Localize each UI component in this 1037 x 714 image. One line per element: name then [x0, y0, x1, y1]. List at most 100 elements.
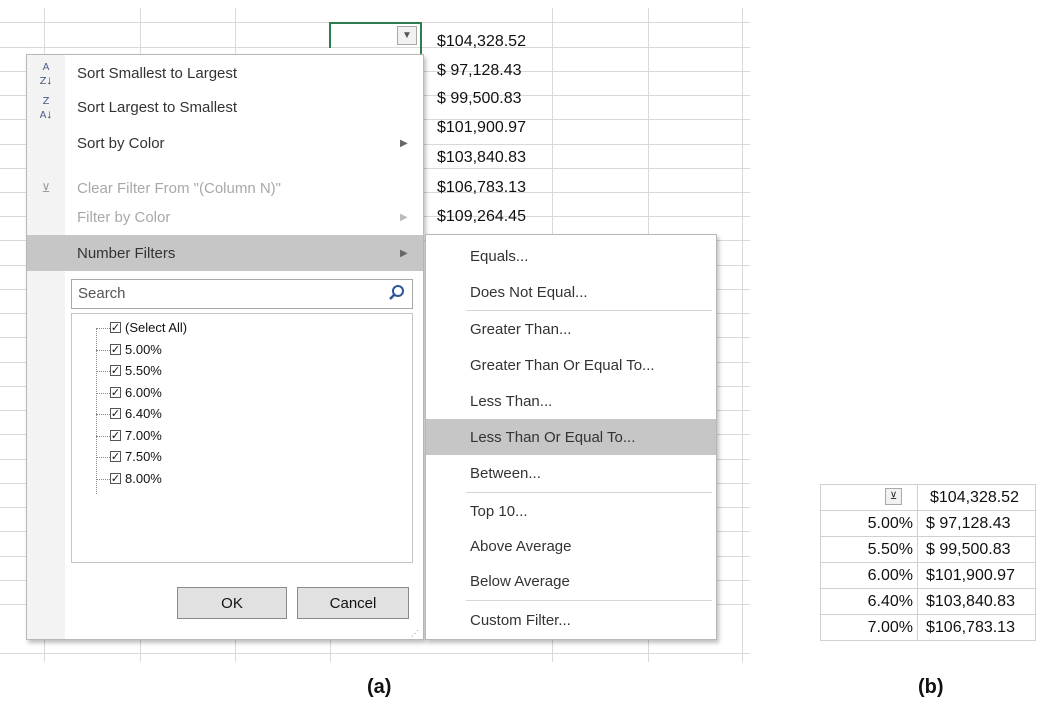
- checkmark-icon: ✓: [110, 363, 121, 377]
- submenu-item-label: Does Not Equal...: [470, 283, 588, 301]
- list-item-label: 7.00%: [125, 428, 162, 443]
- caption-a: (a): [367, 676, 392, 698]
- checkmark-icon: ✓: [110, 385, 121, 399]
- submenu-item-label: Below Average: [470, 572, 570, 590]
- list-item-checkbox[interactable]: ✓ 7.00%: [110, 428, 162, 443]
- tree-connector: [96, 436, 110, 437]
- tree-connector: [96, 371, 110, 372]
- caption-b: (b): [918, 676, 944, 698]
- search-icon[interactable]: [388, 284, 406, 307]
- value-cell: $ 99,500.83: [437, 90, 522, 107]
- search-placeholder: Search: [78, 285, 126, 302]
- value-cell: $ 99,500.83: [917, 536, 1036, 563]
- filter-dropdown-button[interactable]: ▼: [397, 26, 417, 45]
- list-item-label: 7.50%: [125, 449, 162, 464]
- list-item-checkbox[interactable]: ✓ 6.40%: [110, 406, 162, 421]
- does-not-equal-item[interactable]: Does Not Equal...: [426, 274, 716, 310]
- rate-cell: 6.00%: [820, 562, 918, 589]
- submenu-item-label: Less Than...: [470, 392, 553, 410]
- autofilter-menu: A Z↓ Sort Smallest to Largest Z A↓ Sort La…: [26, 54, 424, 640]
- menu-item-label: Sort Smallest to Largest: [77, 64, 238, 82]
- number-filters-item[interactable]: Number Filters ▶: [27, 235, 423, 271]
- list-item-label: 5.50%: [125, 363, 162, 378]
- custom-filter-item[interactable]: Custom Filter...: [426, 602, 716, 638]
- rate-cell: 5.50%: [820, 536, 918, 563]
- rate-header-cell: [820, 484, 918, 511]
- list-item-label: 6.40%: [125, 406, 162, 421]
- tree-connector: [96, 328, 97, 494]
- below-average-item[interactable]: Below Average: [426, 563, 716, 599]
- submenu-item-label: Equals...: [470, 247, 529, 265]
- top-10-item[interactable]: Top 10...: [426, 493, 716, 529]
- submenu-item-label: Greater Than Or Equal To...: [470, 356, 655, 374]
- submenu-item-label: Less Than Or Equal To...: [470, 428, 636, 446]
- sort-descending-icon: Z A↓: [39, 96, 53, 122]
- checkmark-icon: ✓: [110, 320, 121, 334]
- less-than-or-equal-item[interactable]: Less Than Or Equal To...: [426, 419, 716, 455]
- menu-item-label: Clear Filter From "(Column N)": [77, 179, 282, 197]
- value-cell: $103,840.83: [437, 149, 526, 166]
- menu-item-label: Sort by Color: [77, 134, 165, 152]
- value-cell: $101,900.97: [437, 119, 526, 136]
- search-input[interactable]: Search: [71, 279, 413, 309]
- tree-connector: [96, 479, 110, 480]
- list-item-label: 5.00%: [125, 342, 162, 357]
- submenu-item-label: Between...: [470, 464, 541, 482]
- list-item-label: 8.00%: [125, 471, 162, 486]
- sort-by-color-item[interactable]: Sort by Color ▶: [27, 125, 423, 161]
- greater-than-item[interactable]: Greater Than...: [426, 311, 716, 347]
- between-item[interactable]: Between...: [426, 455, 716, 491]
- submenu-item-label: Above Average: [470, 537, 572, 555]
- submenu-item-label: Custom Filter...: [470, 611, 571, 629]
- rate-cell: 5.00%: [820, 510, 918, 537]
- checkmark-icon: ✓: [110, 449, 121, 463]
- ok-button[interactable]: OK: [177, 587, 287, 619]
- menu-item-label: Sort Largest to Smallest: [77, 98, 238, 116]
- rate-cell: 7.00%: [820, 614, 918, 641]
- resize-grip-icon[interactable]: ⋰: [411, 630, 419, 638]
- value-cell: $104,328.52: [917, 484, 1036, 511]
- value-cell: $106,783.13: [917, 614, 1036, 641]
- filter-active-icon[interactable]: ⊻: [885, 488, 902, 505]
- sort-ascending-item[interactable]: A Z↓ Sort Smallest to Largest: [27, 55, 423, 91]
- value-cell: $ 97,128.43: [437, 62, 522, 79]
- value-cell: $101,900.97: [917, 562, 1036, 589]
- value-cell: $ 97,128.43: [917, 510, 1036, 537]
- menu-item-label: Number Filters: [77, 244, 176, 262]
- cancel-button[interactable]: Cancel: [297, 587, 409, 619]
- tree-connector: [96, 328, 110, 329]
- list-item-checkbox[interactable]: ✓ 7.50%: [110, 449, 162, 464]
- equals-item[interactable]: Equals...: [426, 238, 716, 274]
- clear-filter-icon: ⊻: [41, 181, 51, 195]
- value-cell: $106,783.13: [437, 179, 526, 196]
- list-item-checkbox[interactable]: ✓ 5.00%: [110, 342, 162, 357]
- submenu-arrow-icon: ▶: [400, 137, 408, 149]
- list-item-checkbox[interactable]: ✓ 6.00%: [110, 385, 162, 400]
- list-item-checkbox[interactable]: ✓ 5.50%: [110, 363, 162, 378]
- select-all-checkbox[interactable]: ✓ (Select All): [110, 320, 187, 335]
- menu-separator: [466, 600, 712, 601]
- tree-connector: [96, 350, 110, 351]
- value-cell: $103,840.83: [917, 588, 1036, 615]
- less-than-item[interactable]: Less Than...: [426, 383, 716, 419]
- submenu-item-label: Top 10...: [470, 502, 528, 520]
- list-item-label: (Select All): [125, 320, 188, 335]
- list-item-label: 6.00%: [125, 385, 162, 400]
- menu-item-label: Filter by Color: [77, 208, 171, 226]
- greater-than-or-equal-item[interactable]: Greater Than Or Equal To...: [426, 347, 716, 383]
- checkmark-icon: ✓: [110, 406, 121, 420]
- sort-ascending-icon: A Z↓: [39, 62, 53, 88]
- checkmark-icon: ✓: [110, 471, 121, 485]
- value-cell: $109,264.45: [437, 208, 526, 225]
- sort-descending-item[interactable]: Z A↓ Sort Largest to Smallest: [27, 89, 423, 125]
- value-cell: $104,328.52: [437, 33, 526, 50]
- submenu-item-label: Greater Than...: [470, 320, 572, 338]
- list-item-checkbox[interactable]: ✓ 8.00%: [110, 471, 162, 486]
- checkmark-icon: ✓: [110, 428, 121, 442]
- tree-connector: [96, 414, 110, 415]
- rate-cell: 6.40%: [820, 588, 918, 615]
- checkmark-icon: ✓: [110, 342, 121, 356]
- value-list: ✓ (Select All) ✓ 5.00% ✓ 5.50% ✓ 6.00% ✓ 6.40…: [71, 313, 413, 563]
- above-average-item[interactable]: Above Average: [426, 528, 716, 564]
- number-filters-submenu: Equals... Does Not Equal... Greater Than…: [425, 234, 717, 640]
